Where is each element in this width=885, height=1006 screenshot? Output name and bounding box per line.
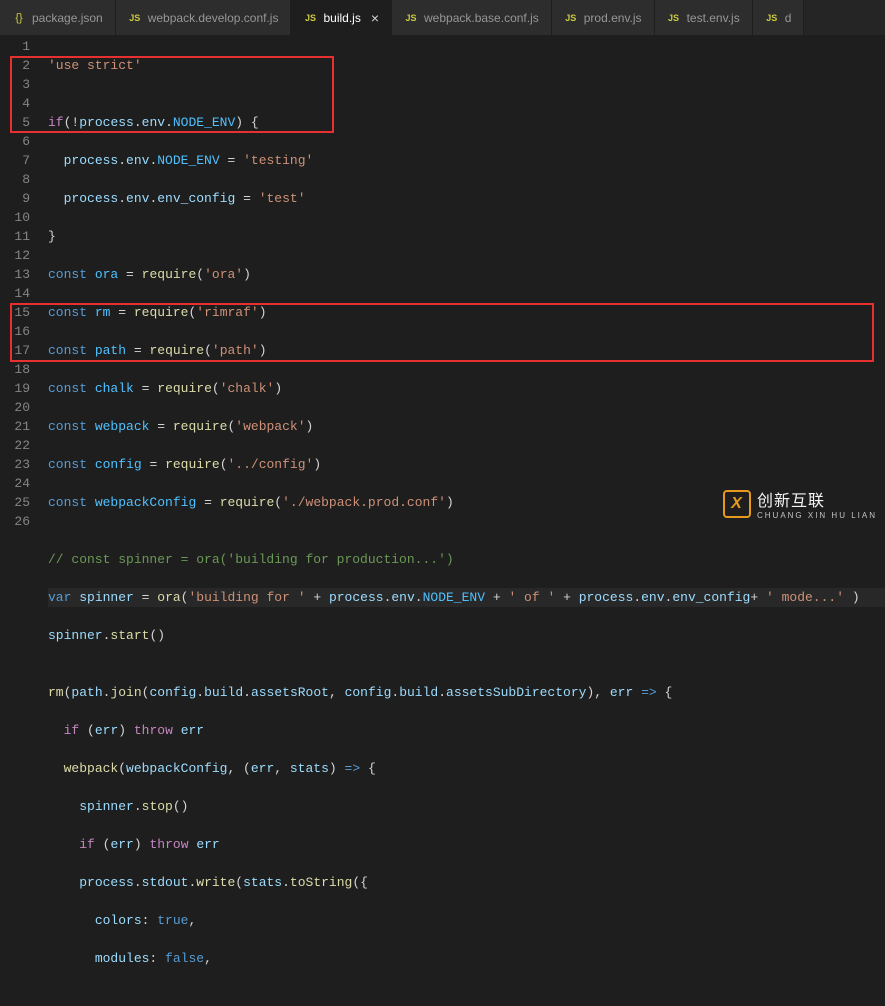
tab-label: prod.env.js	[584, 11, 642, 25]
watermark-subtitle: CHUANG XIN HU LIAN	[757, 511, 877, 520]
tab-build-js[interactable]: JS build.js ×	[291, 0, 392, 35]
code-content[interactable]: 'use strict' if(!process.env.NODE_ENV) {…	[48, 35, 885, 528]
tab-label: webpack.base.conf.js	[424, 11, 539, 25]
js-icon: JS	[404, 11, 418, 25]
watermark-title: 创新互联	[757, 487, 877, 511]
tab-webpack-base[interactable]: JS webpack.base.conf.js	[392, 0, 552, 35]
js-icon: JS	[128, 11, 142, 25]
tab-test-env[interactable]: JS test.env.js	[655, 0, 753, 35]
json-icon: {}	[12, 11, 26, 25]
tab-prod-env[interactable]: JS prod.env.js	[552, 0, 655, 35]
js-icon: JS	[303, 11, 317, 25]
tab-overflow[interactable]: JS d	[753, 0, 805, 35]
close-icon[interactable]: ×	[371, 10, 379, 26]
watermark-logo-icon: X	[723, 490, 751, 518]
tab-label: d	[785, 11, 792, 25]
js-icon: JS	[765, 11, 779, 25]
code-editor[interactable]: 1234567891011121314151617181920212223242…	[0, 35, 885, 528]
tab-bar: {} package.json JS webpack.develop.conf.js…	[0, 0, 885, 35]
line-number-gutter: 1234567891011121314151617181920212223242…	[0, 35, 48, 528]
tab-label: test.env.js	[687, 11, 740, 25]
js-icon: JS	[564, 11, 578, 25]
tab-label: package.json	[32, 11, 103, 25]
tab-label: build.js	[323, 11, 360, 25]
js-icon: JS	[667, 11, 681, 25]
watermark: X 创新互联 CHUANG XIN HU LIAN	[723, 487, 877, 520]
tab-label: webpack.develop.conf.js	[148, 11, 279, 25]
tab-package-json[interactable]: {} package.json	[0, 0, 116, 35]
tab-webpack-develop[interactable]: JS webpack.develop.conf.js	[116, 0, 292, 35]
